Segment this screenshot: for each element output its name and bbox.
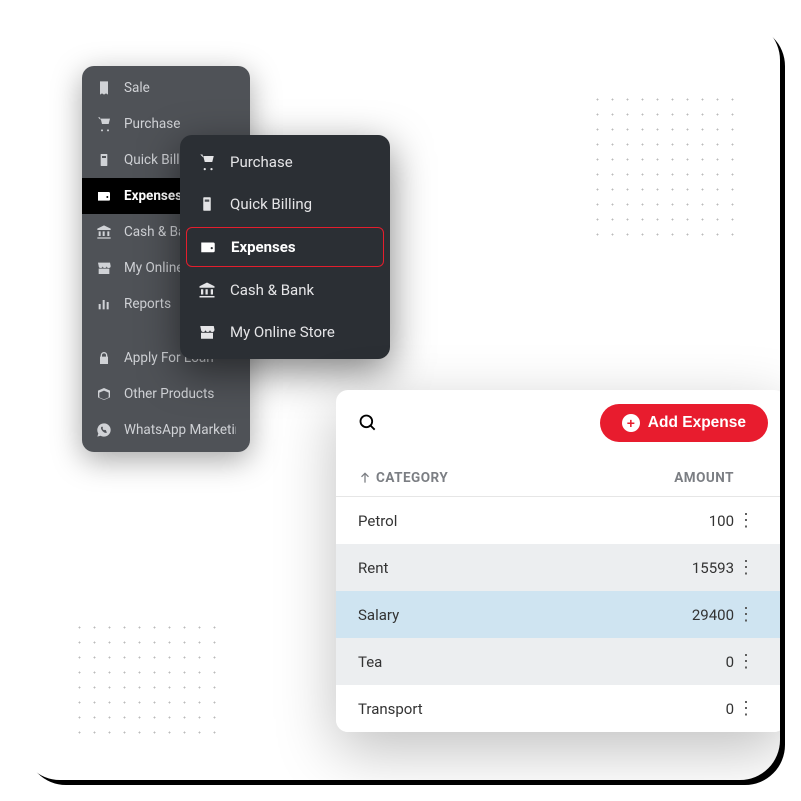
sidebar-item-label: Expenses: [124, 188, 182, 204]
bill-icon: [198, 195, 216, 213]
row-actions-button[interactable]: ⋮: [734, 605, 758, 623]
row-actions-button[interactable]: ⋮: [734, 511, 758, 529]
cell-amount: 15593: [634, 559, 734, 577]
sidebar-item-other-products[interactable]: Other Products: [82, 376, 250, 412]
cell-category: Tea: [358, 653, 634, 671]
kebab-icon: ⋮: [737, 510, 755, 530]
column-header-amount[interactable]: AMOUNT: [634, 470, 734, 486]
add-expense-label: Add Expense: [648, 414, 746, 432]
table-row[interactable]: Salary29400⋮: [336, 591, 780, 638]
submenu-item-label: Expenses: [231, 238, 296, 256]
submenu-item-label: Quick Billing: [230, 195, 312, 213]
cell-amount: 0: [634, 653, 734, 671]
sidebar-item-label: WhatsApp Marketing: [124, 422, 236, 438]
bill-icon: [96, 152, 112, 168]
wallet-icon: [96, 188, 112, 204]
panel-toolbar: + Add Expense: [336, 390, 780, 456]
receipt-icon: [96, 80, 112, 96]
submenu-item-label: Cash & Bank: [230, 281, 314, 299]
main-card: Sale Purchase Quick Billing Expenses Cash & …: [20, 20, 780, 780]
plus-circle-icon: +: [622, 414, 640, 432]
table-body: Petrol100⋮Rent15593⋮Salary29400⋮Tea0⋮Tra…: [336, 497, 780, 732]
submenu-item-cash-bank[interactable]: Cash & Bank: [180, 269, 390, 311]
row-actions-button[interactable]: ⋮: [734, 558, 758, 576]
table-row[interactable]: Transport0⋮: [336, 685, 780, 732]
cart-icon: [96, 116, 112, 132]
kebab-icon: ⋮: [737, 604, 755, 624]
box-icon: [96, 386, 112, 402]
kebab-icon: ⋮: [737, 698, 755, 718]
dot-decoration: [590, 92, 740, 242]
cell-category: Salary: [358, 606, 634, 624]
sidebar-item-whatsapp-marketing[interactable]: WhatsApp Marketing: [82, 412, 250, 448]
wallet-icon: [199, 238, 217, 256]
row-actions-button[interactable]: ⋮: [734, 699, 758, 717]
sidebar-item-label: Reports: [124, 296, 171, 312]
cell-amount: 100: [634, 512, 734, 530]
submenu-item-label: My Online Store: [230, 323, 335, 341]
sort-up-icon: [358, 471, 372, 485]
table-row[interactable]: Tea0⋮: [336, 638, 780, 685]
sidebar-item-sale[interactable]: Sale: [82, 70, 250, 106]
sidebar-item-label: Sale: [124, 80, 150, 96]
submenu-item-quick-billing[interactable]: Quick Billing: [180, 183, 390, 225]
sidebar-submenu: Purchase Quick Billing Expenses Cash & Bank…: [180, 135, 390, 359]
row-actions-button[interactable]: ⋮: [734, 652, 758, 670]
bank-icon: [96, 224, 112, 240]
kebab-icon: ⋮: [737, 557, 755, 577]
expense-panel: + Add Expense CATEGORY AMOUNT Petrol100⋮…: [336, 390, 780, 732]
add-expense-button[interactable]: + Add Expense: [600, 404, 768, 442]
chart-icon: [96, 296, 112, 312]
lock-icon: [96, 350, 112, 366]
search-button[interactable]: [354, 409, 382, 437]
whatsapp-icon: [96, 422, 112, 438]
table-row[interactable]: Petrol100⋮: [336, 497, 780, 544]
bank-icon: [198, 281, 216, 299]
dot-decoration: [72, 620, 222, 740]
column-header-category[interactable]: CATEGORY: [358, 470, 634, 486]
store-icon: [96, 260, 112, 276]
table-row[interactable]: Rent15593⋮: [336, 544, 780, 591]
cell-amount: 29400: [634, 606, 734, 624]
table-header: CATEGORY AMOUNT: [336, 456, 780, 497]
store-icon: [198, 323, 216, 341]
sidebar-item-label: Other Products: [124, 386, 214, 402]
search-icon: [358, 413, 378, 433]
cell-category: Rent: [358, 559, 634, 577]
cart-icon: [198, 153, 216, 171]
submenu-item-my-online-store[interactable]: My Online Store: [180, 311, 390, 353]
kebab-icon: ⋮: [737, 651, 755, 671]
cell-amount: 0: [634, 700, 734, 718]
sidebar-item-label: Purchase: [124, 116, 180, 132]
submenu-item-expenses[interactable]: Expenses: [186, 227, 384, 267]
cell-category: Transport: [358, 700, 634, 718]
submenu-item-purchase[interactable]: Purchase: [180, 141, 390, 183]
cell-category: Petrol: [358, 512, 634, 530]
submenu-item-label: Purchase: [230, 153, 293, 171]
